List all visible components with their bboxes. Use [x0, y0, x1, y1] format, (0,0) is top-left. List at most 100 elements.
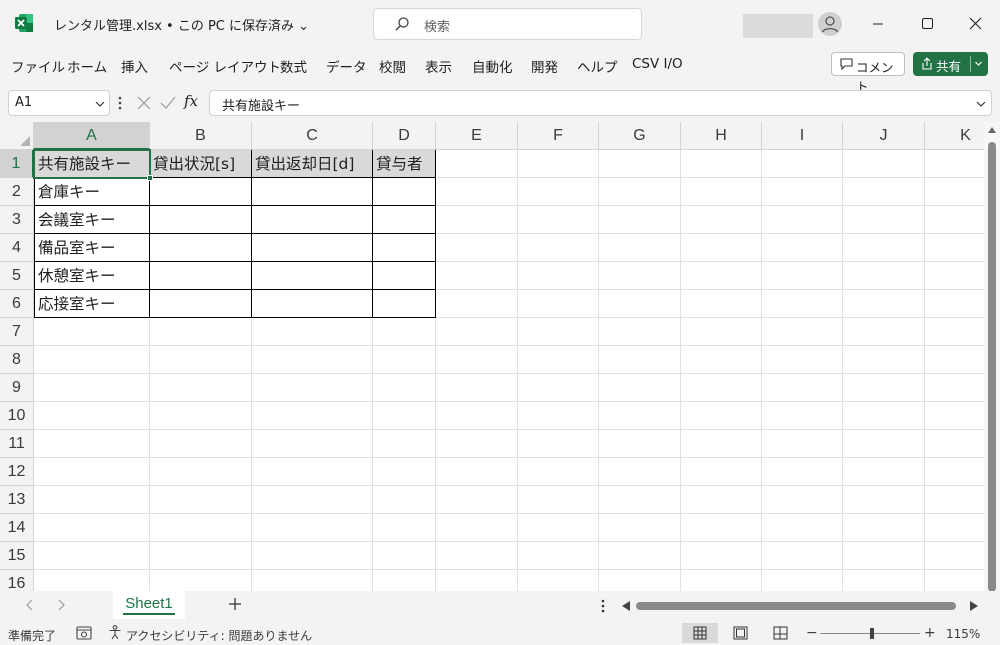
- cell-h12[interactable]: [681, 458, 762, 486]
- cell-b12[interactable]: [150, 458, 252, 486]
- cell-c7[interactable]: [252, 318, 373, 346]
- cell-c3[interactable]: [252, 206, 373, 234]
- cell-i8[interactable]: [762, 346, 843, 374]
- column-header-b[interactable]: B: [150, 122, 252, 150]
- cell-i16[interactable]: [762, 570, 843, 591]
- cell-a12[interactable]: [34, 458, 150, 486]
- cell-d6[interactable]: [373, 290, 436, 318]
- cell-d10[interactable]: [373, 402, 436, 430]
- cell-h15[interactable]: [681, 542, 762, 570]
- column-header-f[interactable]: F: [518, 122, 599, 150]
- cell-a9[interactable]: [34, 374, 150, 402]
- macro-record-icon[interactable]: [76, 626, 92, 640]
- cell-d5[interactable]: [373, 262, 436, 290]
- column-header-j[interactable]: J: [843, 122, 925, 150]
- cell-h4[interactable]: [681, 234, 762, 262]
- cancel-entry-icon[interactable]: [137, 96, 151, 110]
- cell-g12[interactable]: [599, 458, 681, 486]
- cell-h8[interactable]: [681, 346, 762, 374]
- cell-a8[interactable]: [34, 346, 150, 374]
- cell-h11[interactable]: [681, 430, 762, 458]
- tab-home[interactable]: ホーム: [67, 56, 107, 76]
- user-avatar[interactable]: [818, 12, 842, 36]
- cell-d15[interactable]: [373, 542, 436, 570]
- cell-g2[interactable]: [599, 178, 681, 206]
- cell-e8[interactable]: [436, 346, 518, 374]
- cell-g9[interactable]: [599, 374, 681, 402]
- cell-a2[interactable]: 倉庫キー: [34, 178, 150, 206]
- cell-a5[interactable]: 休憩室キー: [34, 262, 150, 290]
- cell-i2[interactable]: [762, 178, 843, 206]
- cell-e9[interactable]: [436, 374, 518, 402]
- row-header-2[interactable]: 2: [0, 178, 34, 206]
- cell-c13[interactable]: [252, 486, 373, 514]
- cell-g6[interactable]: [599, 290, 681, 318]
- cell-e4[interactable]: [436, 234, 518, 262]
- cell-b11[interactable]: [150, 430, 252, 458]
- cell-g14[interactable]: [599, 514, 681, 542]
- cell-d4[interactable]: [373, 234, 436, 262]
- cell-j6[interactable]: [843, 290, 925, 318]
- cell-j4[interactable]: [843, 234, 925, 262]
- cell-g3[interactable]: [599, 206, 681, 234]
- close-button[interactable]: [953, 8, 997, 40]
- cell-e6[interactable]: [436, 290, 518, 318]
- chevron-down-icon[interactable]: [976, 100, 986, 108]
- cell-e16[interactable]: [436, 570, 518, 591]
- cell-e2[interactable]: [436, 178, 518, 206]
- cell-f5[interactable]: [518, 262, 599, 290]
- comment-button[interactable]: コメント: [831, 52, 905, 94]
- cell-b5[interactable]: [150, 262, 252, 290]
- cell-d7[interactable]: [373, 318, 436, 346]
- vertical-scroll-thumb[interactable]: [988, 142, 996, 591]
- cell-i15[interactable]: [762, 542, 843, 570]
- column-header-c[interactable]: C: [252, 122, 373, 150]
- row-header-7[interactable]: 7: [0, 318, 34, 346]
- cell-e7[interactable]: [436, 318, 518, 346]
- cell-g4[interactable]: [599, 234, 681, 262]
- tab-developer[interactable]: 開発: [531, 56, 558, 76]
- cell-f15[interactable]: [518, 542, 599, 570]
- cell-c11[interactable]: [252, 430, 373, 458]
- cell-b13[interactable]: [150, 486, 252, 514]
- cell-b9[interactable]: [150, 374, 252, 402]
- cell-b7[interactable]: [150, 318, 252, 346]
- zoom-level[interactable]: 115%: [946, 627, 980, 641]
- cell-b3[interactable]: [150, 206, 252, 234]
- cell-g15[interactable]: [599, 542, 681, 570]
- cell-f11[interactable]: [518, 430, 599, 458]
- cell-b15[interactable]: [150, 542, 252, 570]
- cell-j7[interactable]: [843, 318, 925, 346]
- cell-c12[interactable]: [252, 458, 373, 486]
- cell-e10[interactable]: [436, 402, 518, 430]
- tab-view[interactable]: 表示: [425, 56, 452, 76]
- cell-g13[interactable]: [599, 486, 681, 514]
- cell-d8[interactable]: [373, 346, 436, 374]
- cell-g11[interactable]: [599, 430, 681, 458]
- horizontal-scrollbar[interactable]: [622, 599, 980, 613]
- account-name-placeholder[interactable]: [743, 14, 813, 38]
- cell-i4[interactable]: [762, 234, 843, 262]
- cell-g5[interactable]: [599, 262, 681, 290]
- cell-f7[interactable]: [518, 318, 599, 346]
- cell-d2[interactable]: [373, 178, 436, 206]
- cell-j1[interactable]: [843, 150, 925, 178]
- document-title[interactable]: レンタル管理.xlsx • この PC に保存済み ⌄: [54, 15, 309, 34]
- maximize-button[interactable]: [905, 8, 949, 40]
- minimize-button[interactable]: [856, 8, 900, 40]
- column-header-e[interactable]: E: [436, 122, 518, 150]
- cell-a6[interactable]: 応接室キー: [34, 290, 150, 318]
- cell-j12[interactable]: [843, 458, 925, 486]
- cell-g10[interactable]: [599, 402, 681, 430]
- cell-c5[interactable]: [252, 262, 373, 290]
- cell-f16[interactable]: [518, 570, 599, 591]
- cell-i7[interactable]: [762, 318, 843, 346]
- normal-view-button[interactable]: [682, 623, 718, 643]
- row-header-1[interactable]: 1: [0, 150, 34, 178]
- cell-c1[interactable]: 貸出返却日[d]: [252, 150, 373, 178]
- row-header-10[interactable]: 10: [0, 402, 34, 430]
- cell-g1[interactable]: [599, 150, 681, 178]
- cell-e5[interactable]: [436, 262, 518, 290]
- cell-h3[interactable]: [681, 206, 762, 234]
- cell-b14[interactable]: [150, 514, 252, 542]
